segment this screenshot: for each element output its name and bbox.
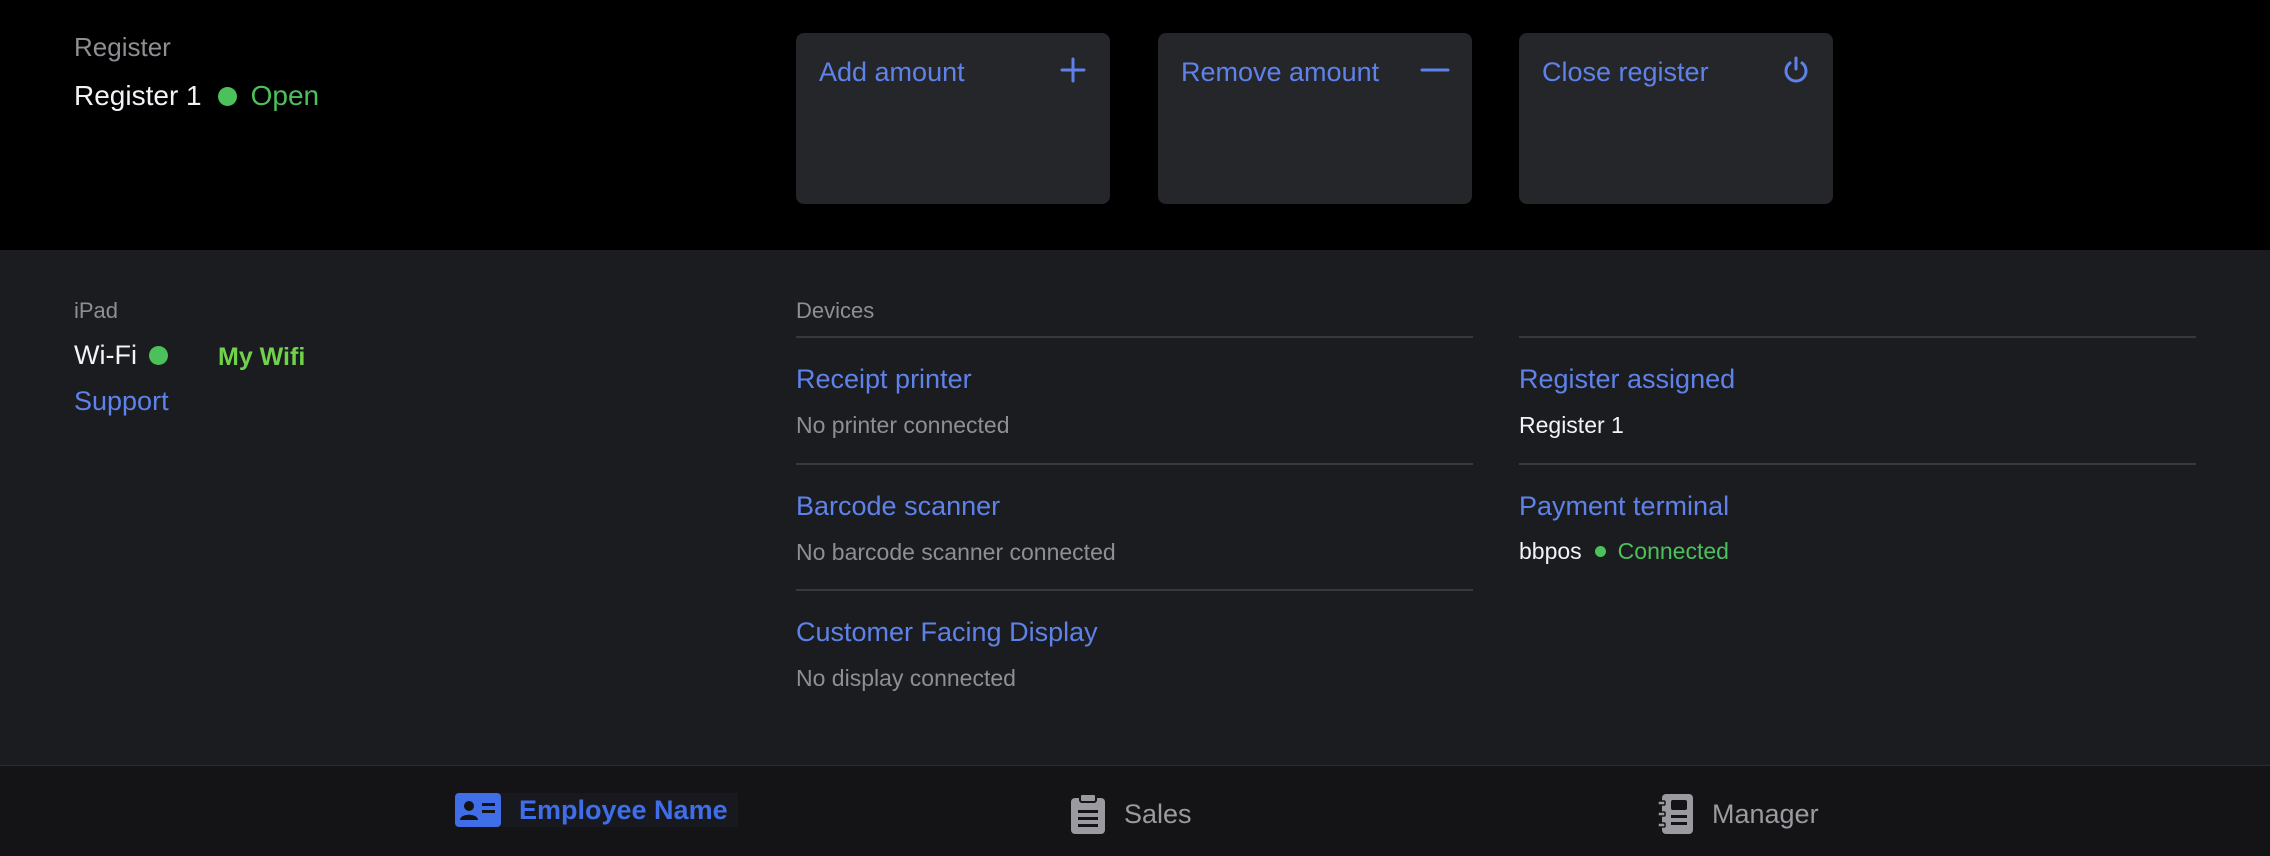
receipt-printer-item[interactable]: Receipt printer <box>796 364 972 395</box>
tab-employee-label: Employee Name <box>519 794 728 825</box>
customer-display-item[interactable]: Customer Facing Display <box>796 617 1098 648</box>
minus-icon <box>1420 68 1450 72</box>
payment-terminal-device: bbpos <box>1519 538 1582 564</box>
tab-manager[interactable]: Manager <box>1658 793 1819 835</box>
wifi-label: Wi-Fi <box>74 340 137 370</box>
tab-manager-label: Manager <box>1712 798 1819 829</box>
barcode-scanner-status: No barcode scanner connected <box>796 539 1116 565</box>
tab-sales[interactable]: Sales <box>1070 793 1192 835</box>
wifi-status-dot <box>148 346 168 365</box>
register-section-label: Register <box>74 32 171 62</box>
divider <box>796 336 1473 338</box>
register-status-row: Register 1 Open <box>74 80 319 112</box>
close-register-label: Close register <box>1542 57 1709 87</box>
support-link[interactable]: Support <box>74 386 169 417</box>
divider <box>796 589 1473 591</box>
directory-book-icon <box>1658 794 1693 834</box>
devices-section-label: Devices <box>796 298 875 323</box>
register-name: Register 1 <box>74 80 202 111</box>
customer-display-status: No display connected <box>796 665 1016 691</box>
ipad-section-label: iPad <box>74 298 119 323</box>
settings-panel <box>0 250 2270 766</box>
payment-terminal-item[interactable]: Payment terminal <box>1519 491 1729 522</box>
payment-terminal-status-dot <box>1594 546 1606 557</box>
id-card-icon <box>455 793 501 827</box>
close-register-button[interactable]: Close register <box>1519 33 1833 204</box>
power-icon <box>1784 56 1808 83</box>
register-status: Open <box>250 80 320 111</box>
add-amount-label: Add amount <box>819 57 965 87</box>
register-header <box>0 0 2270 250</box>
wifi-network-name: My Wifi <box>218 343 306 371</box>
wifi-row: Wi-Fi <box>74 340 168 371</box>
tab-sales-label: Sales <box>1124 798 1192 829</box>
tab-employee[interactable]: Employee Name <box>455 793 738 827</box>
receipt-printer-status: No printer connected <box>796 412 1010 438</box>
clipboard-icon <box>1071 793 1105 834</box>
payment-terminal-status: Connected <box>1617 538 1729 564</box>
register-assigned-value: Register 1 <box>1519 412 1624 438</box>
divider <box>1519 463 2196 465</box>
payment-terminal-status-row: bbpos Connected <box>1519 538 1729 565</box>
remove-amount-label: Remove amount <box>1181 57 1380 87</box>
barcode-scanner-item[interactable]: Barcode scanner <box>796 491 1000 522</box>
plus-icon <box>1060 57 1086 83</box>
add-amount-button[interactable]: Add amount <box>796 33 1110 204</box>
register-assigned-item[interactable]: Register assigned <box>1519 364 1735 395</box>
register-status-dot <box>217 86 237 106</box>
divider <box>796 463 1473 465</box>
remove-amount-button[interactable]: Remove amount <box>1158 33 1472 204</box>
divider <box>1519 336 2196 338</box>
